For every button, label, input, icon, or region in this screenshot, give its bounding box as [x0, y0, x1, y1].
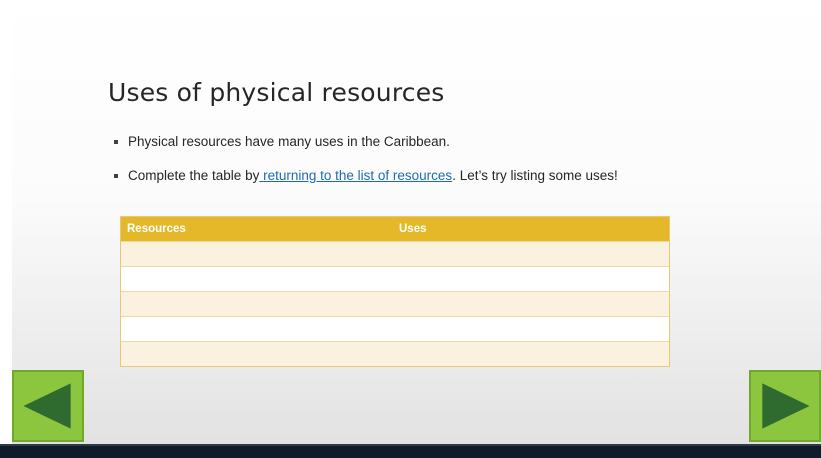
- bullet-item: Complete the table by returning to the l…: [114, 166, 618, 186]
- table-cell-resource[interactable]: [121, 290, 393, 316]
- table-cell-resource[interactable]: [121, 340, 393, 366]
- bullet-text: Complete the table by: [128, 168, 260, 183]
- table-cell-resource[interactable]: [121, 240, 393, 266]
- table-cell-resource[interactable]: [121, 315, 393, 341]
- table-row: [121, 240, 669, 266]
- bullet-square-icon: [114, 140, 118, 144]
- previous-slide-button[interactable]: [12, 370, 84, 442]
- table-row: [121, 340, 669, 366]
- table-row: [121, 290, 669, 316]
- table-cell-resource[interactable]: [121, 265, 393, 291]
- table-cell-use[interactable]: [393, 265, 669, 291]
- table-cell-use[interactable]: [393, 240, 669, 266]
- column-header-resources: Resources: [121, 217, 393, 241]
- table-cell-use[interactable]: [393, 315, 669, 341]
- column-header-uses: Uses: [393, 217, 669, 241]
- next-slide-button[interactable]: [749, 370, 821, 442]
- resources-list-link[interactable]: returning to the list of resources: [259, 168, 452, 183]
- bullet-text: Physical resources have many uses in the…: [128, 134, 450, 149]
- table-row: [121, 315, 669, 341]
- triangle-right-icon: [762, 383, 810, 429]
- bullet-square-icon: [114, 174, 118, 178]
- bullet-text: . Let’s try listing some uses!: [452, 168, 618, 183]
- resources-uses-table: Resources Uses: [120, 216, 670, 367]
- slide-title: Uses of physical resources: [108, 78, 445, 107]
- bullet-item: Physical resources have many uses in the…: [114, 132, 618, 152]
- table-cell-use[interactable]: [393, 290, 669, 316]
- bullet-list: Physical resources have many uses in the…: [114, 132, 618, 186]
- table-row: [121, 265, 669, 291]
- triangle-left-icon: [23, 383, 71, 429]
- table-cell-use[interactable]: [393, 340, 669, 366]
- table-header-row: Resources Uses: [121, 217, 669, 241]
- slide: Uses of physical resources Physical reso…: [12, 0, 821, 444]
- footer-bar: [0, 444, 821, 458]
